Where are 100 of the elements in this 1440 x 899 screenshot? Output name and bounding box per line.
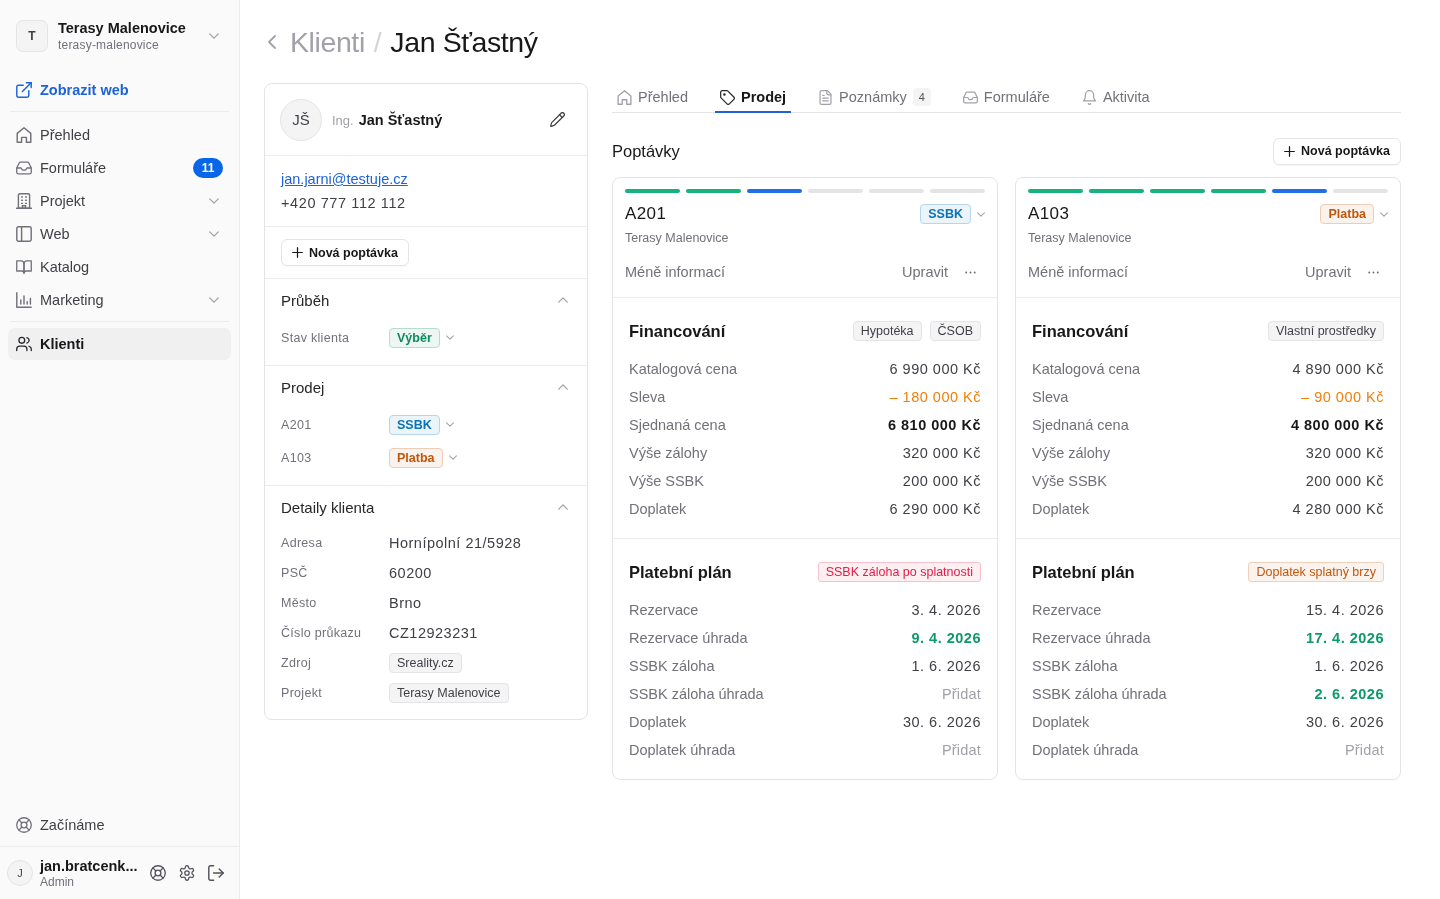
row-value: 3. 4. 2026 (911, 602, 981, 618)
row-value: 200 000 Kč (902, 473, 981, 489)
sidebar-item[interactable]: Formuláře 11 (8, 151, 231, 184)
more-icon[interactable] (965, 270, 976, 274)
sidebar-item[interactable]: Projekt (8, 184, 231, 217)
row-label: Výše zálohy (1032, 445, 1111, 461)
phone-number: +420 777 112 112 (281, 194, 406, 213)
row-label: Doplatek úhrada (1032, 742, 1139, 758)
new-inquiry-button[interactable]: Nová poptávka (1273, 137, 1401, 165)
user-name: jan.bratcenk... (40, 856, 139, 875)
field-label: Projekt (281, 686, 323, 700)
row-label: Doplatek (1032, 714, 1090, 730)
workspace-slug: terasy-malenovice (58, 37, 160, 53)
pencil-icon[interactable] (550, 112, 565, 127)
field-label: Adresa (281, 536, 324, 550)
field-label: Město (281, 596, 318, 610)
section-title: Platební plán (629, 562, 732, 582)
tab[interactable]: Formuláře (957, 83, 1055, 113)
edit-link[interactable]: Upravit (1305, 264, 1351, 280)
status-badge[interactable]: SSBK (920, 204, 971, 224)
chevron-down-icon[interactable] (209, 33, 219, 39)
chevron-up-icon[interactable] (558, 384, 568, 390)
tag: Hypotéka (852, 321, 922, 341)
sidebar-item[interactable]: Začínáme (8, 808, 231, 841)
settings-icon[interactable] (179, 865, 195, 881)
row-label: Doplatek úhrada (629, 742, 736, 758)
field-value: Hornípolní 21/5928 (389, 535, 522, 551)
chevron-up-icon[interactable] (558, 504, 568, 510)
workspace-avatar: T (16, 20, 48, 52)
row-label: SSBK záloha (629, 658, 715, 674)
more-icon[interactable] (1368, 270, 1379, 274)
chevron-down-icon[interactable] (445, 335, 454, 340)
chevron-left-icon[interactable] (268, 35, 276, 49)
panel-icon (16, 225, 32, 242)
row-label: Sleva (629, 389, 666, 405)
row-label: Výše SSBK (629, 473, 704, 489)
count-badge: 4 (912, 88, 931, 106)
chevron-down-icon[interactable] (448, 455, 457, 460)
chevron-down-icon[interactable] (977, 211, 985, 217)
row-label: Rezervace úhrada (629, 630, 748, 646)
tab[interactable]: Poznámky 4 (813, 83, 936, 113)
row-value: 9. 4. 2026 (911, 630, 981, 646)
section-title: Financování (629, 321, 726, 341)
edit-link[interactable]: Upravit (902, 264, 948, 280)
tag-icon (720, 89, 735, 105)
row-value: 30. 6. 2026 (902, 714, 981, 730)
lifebuoy-icon (16, 816, 32, 833)
email-link[interactable]: jan.jarni@testuje.cz (281, 167, 408, 191)
project-name: Terasy Malenovice (625, 230, 730, 247)
status-badge[interactable]: Platba (389, 447, 443, 468)
row-value: 17. 4. 2026 (1305, 630, 1384, 646)
tab[interactable]: Aktivita (1076, 83, 1155, 113)
row-label: Sjednaná cena (629, 417, 726, 433)
row-value: 30. 6. 2026 (1305, 714, 1384, 730)
lifebuoy-icon[interactable] (150, 865, 166, 881)
row-label: Sjednaná cena (1032, 417, 1129, 433)
row-value: 320 000 Kč (1305, 445, 1384, 461)
row-value: 2. 6. 2026 (1314, 686, 1384, 702)
row-label: Rezervace (629, 602, 699, 618)
sidebar-item[interactable]: Klienti (8, 328, 231, 360)
status-badge[interactable]: SSBK (389, 414, 440, 435)
toggle-link[interactable]: Méně informací (1028, 264, 1128, 280)
building-icon (16, 192, 32, 209)
chevron-down-icon[interactable] (445, 422, 454, 427)
toggle-link[interactable]: Méně informací (625, 264, 725, 280)
plus-icon (1284, 145, 1296, 157)
row-label: Katalogová cena (629, 361, 738, 377)
field-label: A201 (281, 417, 313, 432)
status-badge[interactable]: Platba (1320, 204, 1374, 224)
tab[interactable]: Přehled (612, 83, 693, 113)
section-title: Financování (1032, 321, 1129, 341)
row-value: 6 290 000 Kč (889, 501, 981, 517)
view-site-link[interactable]: Zobrazit web (16, 74, 223, 106)
inbox-icon (16, 159, 32, 176)
sidebar-item[interactable]: Marketing (8, 283, 231, 316)
row-label: Rezervace (1032, 602, 1102, 618)
alert-badge: SSBK záloha po splatnosti (817, 562, 981, 582)
field-label: Zdroj (281, 656, 312, 670)
sidebar-item[interactable]: Přehled (8, 118, 231, 151)
new-inquiry-button[interactable]: Nová poptávka (281, 239, 409, 266)
logout-icon[interactable] (208, 865, 224, 881)
client-title-prefix: Ing. (332, 112, 354, 128)
home-icon (617, 89, 632, 105)
chevron-up-icon[interactable] (558, 297, 568, 303)
unit-title: A201 (625, 204, 667, 224)
chevron-down-icon[interactable] (1380, 211, 1388, 217)
row-label: Výše zálohy (629, 445, 708, 461)
row-value: 4 800 000 Kč (1290, 417, 1384, 433)
status-badge[interactable]: Výběr (389, 327, 440, 348)
unit-title: A103 (1028, 204, 1070, 224)
sidebar-item[interactable]: Katalog (8, 250, 231, 283)
row-label: Sleva (1032, 389, 1069, 405)
tab[interactable]: Prodej (715, 83, 792, 113)
row-value: 6 810 000 Kč (887, 417, 981, 433)
external-link-icon (16, 82, 32, 98)
sidebar-item[interactable]: Web (8, 217, 231, 250)
client-name: Jan Šťastný (358, 111, 443, 128)
row-value: 6 990 000 Kč (889, 361, 981, 377)
row-value: 4 280 000 Kč (1292, 501, 1384, 517)
row-value: 1. 6. 2026 (1314, 658, 1384, 674)
